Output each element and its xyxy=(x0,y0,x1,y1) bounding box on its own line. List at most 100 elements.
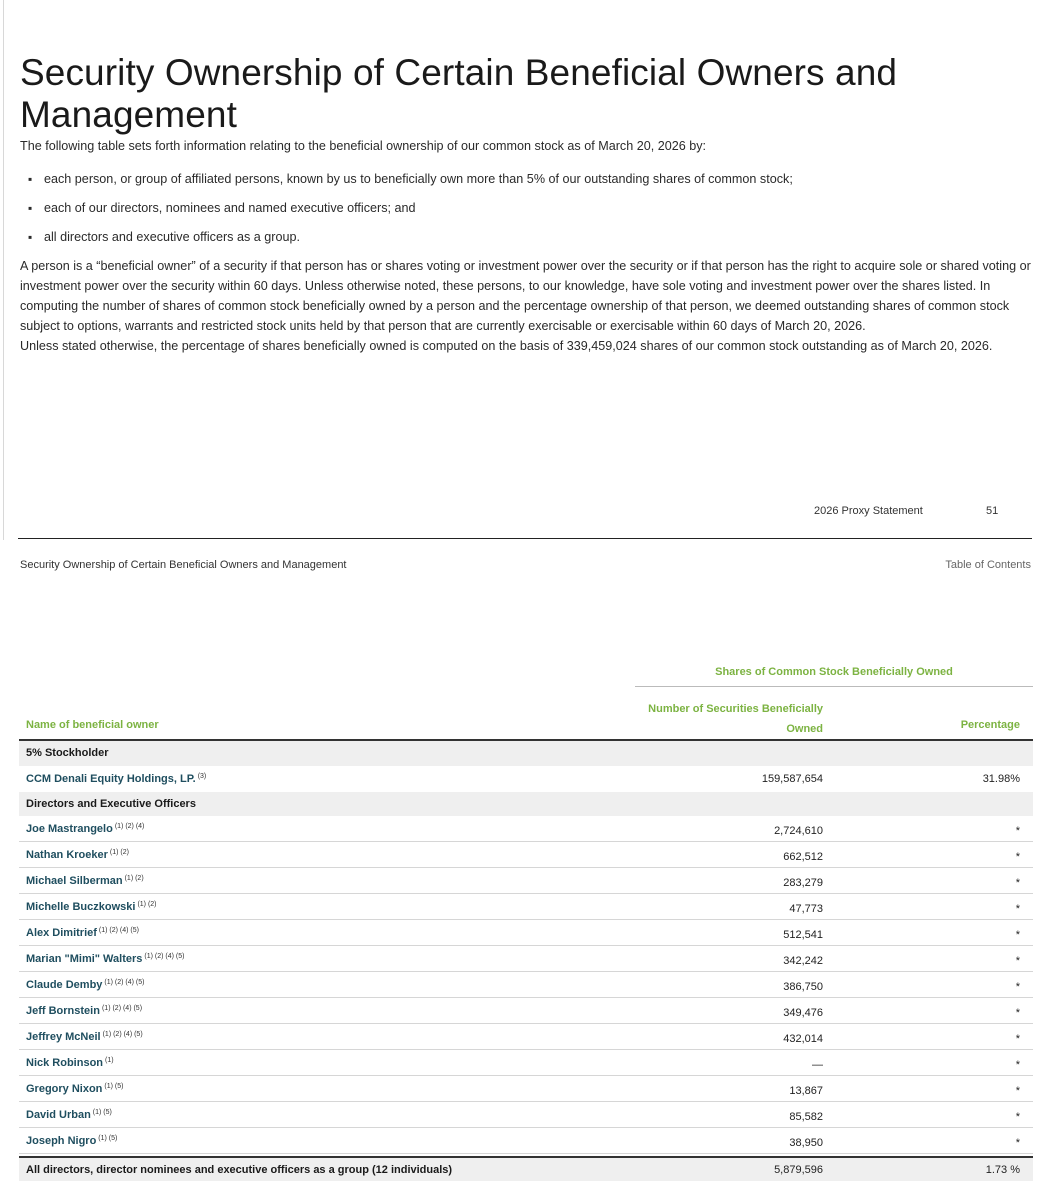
shares-owned: 432,014 xyxy=(783,1033,823,1045)
page-title: Security Ownership of Certain Beneficial… xyxy=(20,52,898,135)
percentage-owned: 31.98% xyxy=(982,773,1020,785)
owner-name-text: Nathan Kroeker xyxy=(26,849,108,861)
page-divider xyxy=(18,538,1032,539)
percentage-owned: * xyxy=(1015,1137,1020,1149)
footer-label: 2026 Proxy Statement xyxy=(814,505,923,517)
table-group-header: Shares of Common Stock Beneficially Owne… xyxy=(715,666,953,678)
column-header-percentage: Percentage xyxy=(960,719,1020,731)
owner-name: Jeffrey McNeil (1) (2) (4) (5) xyxy=(26,1031,143,1043)
owner-name-text: Jeff Bornstein xyxy=(26,1005,100,1017)
owner-name: Joseph Nigro (1) (5) xyxy=(26,1135,117,1147)
shares-owned: 85,582 xyxy=(789,1111,823,1123)
shares-owned: 38,950 xyxy=(789,1137,823,1149)
bullet-icon: ▪ xyxy=(28,230,33,244)
owner-name-text: Alex Dimitrief xyxy=(26,927,97,939)
list-item-text: each of our directors, nominees and name… xyxy=(44,201,416,215)
owner-name-text: Michael Silberman xyxy=(26,875,123,887)
footnote-refs: (1) (5) xyxy=(92,1109,112,1116)
footnote-refs: (1) (2) (4) (5) xyxy=(98,927,139,934)
table-row: CCM Denali Equity Holdings, LP. (3) 159,5… xyxy=(19,766,1033,792)
owner-name: Claude Demby (1) (2) (4) (5) xyxy=(26,979,144,991)
footnote-refs: (1) (2) xyxy=(124,875,144,882)
shares-owned: 512,541 xyxy=(783,929,823,941)
table-row: Michael Silberman (1) (2) 283,279 * xyxy=(19,868,1033,894)
owner-name: CCM Denali Equity Holdings, LP. (3) xyxy=(26,773,206,785)
owner-name: Marian "Mimi" Walters (1) (2) (4) (5) xyxy=(26,953,184,965)
owner-name-text: Michelle Buczkowski xyxy=(26,901,136,913)
table-row: Joseph Nigro (1) (5) 38,950 * xyxy=(19,1128,1033,1154)
total-percentage: 1.73 % xyxy=(985,1164,1020,1176)
footnote-refs: (1) (2) (4) (5) xyxy=(104,979,145,986)
table-row: Jeffrey McNeil (1) (2) (4) (5) 432,014 * xyxy=(19,1024,1033,1050)
owner-name: Alex Dimitrief (1) (2) (4) (5) xyxy=(26,927,139,939)
footnote-refs: (1) (5) xyxy=(98,1135,118,1142)
list-item-text: all directors and executive officers as … xyxy=(44,230,300,244)
shares-owned: 13,867 xyxy=(789,1085,823,1097)
owner-name-text: Jeffrey McNeil xyxy=(26,1031,101,1043)
owner-name: Joe Mastrangelo (1) (2) (4) xyxy=(26,823,144,835)
footnote-refs: (1) (2) (4) (5) xyxy=(102,1031,143,1038)
page-left-border xyxy=(3,0,4,540)
total-label: All directors, director nominees and exe… xyxy=(26,1164,453,1176)
column-header-number: Number of Securities Beneficially Owned xyxy=(635,699,823,739)
table-row: Marian "Mimi" Walters (1) (2) (4) (5) 342,… xyxy=(19,946,1033,972)
shares-owned: 342,242 xyxy=(783,955,823,967)
table-row: Nick Robinson (1) — * xyxy=(19,1050,1033,1076)
shares-owned: 47,773 xyxy=(789,903,823,915)
table-of-contents-link[interactable]: Table of Contents xyxy=(945,559,1031,571)
page-upper-section: Security Ownership of Certain Beneficial… xyxy=(20,52,1032,356)
owner-name-text: Gregory Nixon xyxy=(26,1083,103,1095)
column-header-number-line2: Owned xyxy=(786,723,823,735)
table-row: Gregory Nixon (1) (5) 13,867 * xyxy=(19,1076,1033,1102)
group-header-rule xyxy=(635,686,1033,687)
percentage-owned: * xyxy=(1015,1007,1020,1019)
owner-name-text: Joseph Nigro xyxy=(26,1135,97,1147)
percentage-owned: * xyxy=(1015,1111,1020,1123)
director-rows: Joe Mastrangelo (1) (2) (4) 2,724,610 * Nath… xyxy=(19,816,1033,1154)
page-number: 51 xyxy=(986,505,999,517)
shares-owned: 283,279 xyxy=(783,877,823,889)
percentage-owned: * xyxy=(1015,981,1020,993)
percentage-owned: * xyxy=(1015,1085,1020,1097)
table-body: 5% Stockholder CCM Denali Equity Holding… xyxy=(19,741,1033,1181)
footnote-refs: (1) (2) (4) (5) xyxy=(144,953,185,960)
shares-owned: 159,587,654 xyxy=(761,773,823,785)
table-row: David Urban (1) (5) 85,582 * xyxy=(19,1102,1033,1128)
table-row: Jeff Bornstein (1) (2) (4) (5) 349,476 * xyxy=(19,998,1033,1024)
column-header-name: Name of beneficial owner xyxy=(26,719,159,731)
running-header: Security Ownership of Certain Beneficial… xyxy=(20,559,347,571)
total-row: All directors, director nominees and exe… xyxy=(19,1156,1033,1181)
percentage-owned: * xyxy=(1015,929,1020,941)
footnote-refs: (1) (2) xyxy=(137,901,157,908)
shares-owned: — xyxy=(812,1059,823,1071)
owner-name: Michael Silberman (1) (2) xyxy=(26,875,144,887)
owner-name-text: Marian "Mimi" Walters xyxy=(26,953,143,965)
total-shares: 5,879,596 xyxy=(774,1164,823,1176)
bullet-icon: ▪ xyxy=(28,172,33,186)
owner-name: Michelle Buczkowski (1) (2) xyxy=(26,901,157,913)
percentage-basis-paragraph: Unless stated otherwise, the percentage … xyxy=(20,339,993,353)
percentage-owned: * xyxy=(1015,825,1020,837)
list-item: ▪ all directors and executive officers as… xyxy=(20,227,1032,247)
shares-owned: 349,476 xyxy=(783,1007,823,1019)
list-item-text: each person, or group of affiliated pers… xyxy=(44,172,793,186)
section-label: Directors and Executive Officers xyxy=(26,798,196,810)
percentage-owned: * xyxy=(1015,877,1020,889)
bullet-icon: ▪ xyxy=(28,201,33,215)
percentage-owned: * xyxy=(1015,955,1020,967)
percentage-owned: * xyxy=(1015,851,1020,863)
owner-name: Nick Robinson (1) xyxy=(26,1057,114,1069)
owner-name-text: Claude Demby xyxy=(26,979,103,991)
owner-name: David Urban (1) (5) xyxy=(26,1109,112,1121)
owner-name-text: Nick Robinson xyxy=(26,1057,104,1069)
table-row: Nathan Kroeker (1) (2) 662,512 * xyxy=(19,842,1033,868)
column-header-number-line1: Number of Securities Beneficially xyxy=(648,703,823,715)
percentage-owned: * xyxy=(1015,1059,1020,1071)
table-row: Claude Demby (1) (2) (4) (5) 386,750 * xyxy=(19,972,1033,998)
owner-name-text: Joe Mastrangelo xyxy=(26,823,113,835)
footnote-refs: (3) xyxy=(197,773,207,780)
footnote-refs: (1) (2) (4) xyxy=(114,823,145,830)
shares-owned: 2,724,610 xyxy=(774,825,823,837)
percentage-owned: * xyxy=(1015,903,1020,915)
table-row: Joe Mastrangelo (1) (2) (4) 2,724,610 * xyxy=(19,816,1033,842)
